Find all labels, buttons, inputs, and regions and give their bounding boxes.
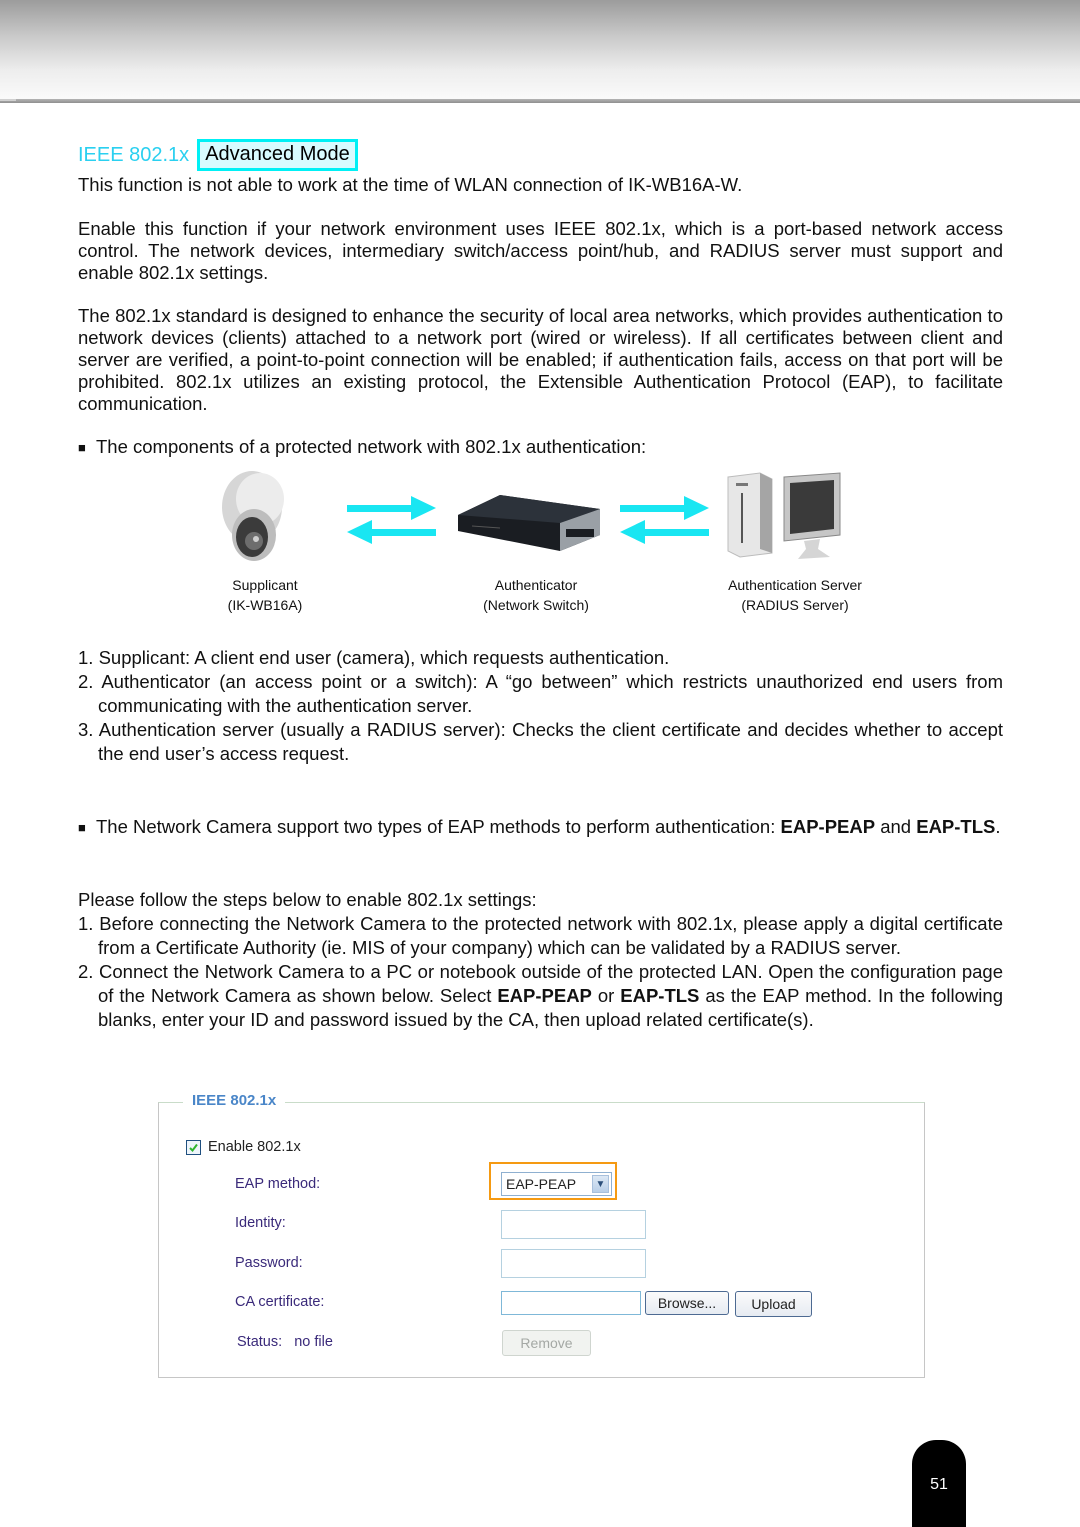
eap-peap-term: EAP-PEAP bbox=[780, 816, 876, 837]
component-list: 1. Supplicant: A client end user (camera… bbox=[78, 646, 1003, 766]
network-diagram: Supplicant (IK-WB16A) Authenticator (Net… bbox=[200, 465, 880, 625]
ca-certificate-label: CA certificate: bbox=[235, 1294, 325, 1310]
enable-8021x-checkbox[interactable] bbox=[186, 1139, 201, 1155]
bullet-icon: ■ bbox=[78, 440, 86, 455]
eap-methods-paragraph: ■ The Network Camera support two types of… bbox=[78, 815, 1023, 840]
arrows-left-pair bbox=[347, 496, 436, 544]
eap-method-select[interactable]: EAP-PEAP ▼ bbox=[501, 1172, 612, 1196]
list-item: 3. Authentication server (usually a RADI… bbox=[78, 718, 1003, 766]
radius-server-icon bbox=[727, 472, 841, 559]
page-header-band bbox=[0, 0, 1080, 100]
eap-text: and bbox=[875, 816, 917, 837]
page-number: 51 bbox=[930, 1476, 948, 1493]
authenticator-name: Authenticator bbox=[494, 577, 578, 593]
components-intro: ■ The components of a protected network w… bbox=[78, 436, 1003, 459]
eap-text: The Network Camera support two types of … bbox=[96, 816, 781, 837]
eap-method-label: EAP method: bbox=[235, 1176, 321, 1192]
header-divider-accent bbox=[0, 99, 16, 101]
advanced-mode-badge: Advanced Mode bbox=[197, 139, 358, 171]
standard-paragraph: The 802.1x standard is designed to enhan… bbox=[78, 305, 1003, 414]
diagram-graphics bbox=[222, 471, 841, 561]
identity-input[interactable] bbox=[501, 1210, 646, 1239]
list-text: Authentication server (usually a RADIUS … bbox=[98, 719, 1003, 764]
auth-server-name: Authentication Server bbox=[728, 577, 862, 593]
page-number-tab: 51 bbox=[912, 1440, 966, 1527]
list-number: 3. bbox=[78, 719, 94, 740]
section-heading: IEEE 802.1x Advanced Mode bbox=[78, 139, 358, 171]
wlan-note: This function is not able to work at the… bbox=[78, 174, 743, 195]
eap-tls-term: EAP-TLS bbox=[620, 985, 700, 1006]
ca-certificate-file-input[interactable] bbox=[501, 1291, 641, 1315]
enable-8021x-row[interactable]: Enable 802.1x bbox=[186, 1139, 301, 1155]
eap-peap-term: EAP-PEAP bbox=[497, 985, 592, 1006]
ieee-8021x-settings-panel: IEEE 802.1x Enable 802.1x EAP method: EA… bbox=[158, 1092, 925, 1378]
password-input[interactable] bbox=[501, 1249, 646, 1278]
status-label: Status: bbox=[237, 1334, 283, 1350]
eap-text: . bbox=[995, 816, 1001, 837]
status-value: no file bbox=[294, 1334, 333, 1350]
remove-button[interactable]: Remove bbox=[502, 1330, 591, 1356]
step-number: 1. bbox=[78, 913, 94, 934]
network-switch-icon bbox=[458, 495, 600, 551]
enable-paragraph: Enable this function if your network env… bbox=[78, 218, 1003, 283]
upload-button[interactable]: Upload bbox=[735, 1291, 812, 1317]
checkmark-icon bbox=[189, 1143, 198, 1152]
status-row: Status: no file bbox=[237, 1334, 333, 1350]
eap-method-value: EAP-PEAP bbox=[506, 1176, 577, 1192]
list-text: Authenticator (an access point or a swit… bbox=[98, 671, 1003, 716]
list-number: 1. bbox=[78, 647, 94, 668]
panel-legend: IEEE 802.1x bbox=[183, 1092, 286, 1109]
eap-tls-term: EAP-TLS bbox=[916, 816, 996, 837]
steps-intro: Please follow the steps below to enable … bbox=[78, 889, 537, 910]
setup-steps: Please follow the steps below to enable … bbox=[78, 888, 1003, 1032]
password-label: Password: bbox=[235, 1255, 303, 1271]
identity-label: Identity: bbox=[235, 1215, 286, 1231]
supplicant-model: (IK-WB16A) bbox=[227, 597, 303, 613]
authenticator-label: Authenticator (Network Switch) bbox=[466, 575, 606, 615]
dome-camera-icon bbox=[222, 471, 284, 561]
step-item: 1. Before connecting the Network Camera … bbox=[78, 912, 1003, 960]
step-text: Before connecting the Network Camera to … bbox=[98, 913, 1004, 958]
supplicant-name: Supplicant bbox=[232, 577, 298, 593]
auth-server-label: Authentication Server (RADIUS Server) bbox=[710, 575, 880, 615]
header-divider bbox=[0, 99, 1080, 103]
enable-8021x-label: Enable 802.1x bbox=[208, 1139, 301, 1155]
list-item: 1. Supplicant: A client end user (camera… bbox=[78, 646, 1003, 670]
components-intro-text: The components of a protected network wi… bbox=[96, 436, 647, 457]
step-number: 2. bbox=[78, 961, 94, 982]
bullet-icon: ■ bbox=[78, 820, 86, 835]
authenticator-type: (Network Switch) bbox=[483, 597, 589, 613]
section-title: IEEE 802.1x bbox=[78, 143, 190, 166]
step-item: 2. Connect the Network Camera to a PC or… bbox=[78, 960, 1003, 1032]
supplicant-label: Supplicant (IK-WB16A) bbox=[200, 575, 330, 615]
list-number: 2. bbox=[78, 671, 94, 692]
arrows-right-pair bbox=[620, 496, 709, 544]
list-item: 2. Authenticator (an access point or a s… bbox=[78, 670, 1003, 718]
chevron-down-icon[interactable]: ▼ bbox=[592, 1175, 609, 1193]
browse-button[interactable]: Browse... bbox=[645, 1291, 729, 1315]
step-text: or bbox=[591, 985, 621, 1006]
list-text: Supplicant: A client end user (camera), … bbox=[98, 647, 670, 668]
auth-server-type: (RADIUS Server) bbox=[741, 597, 849, 613]
